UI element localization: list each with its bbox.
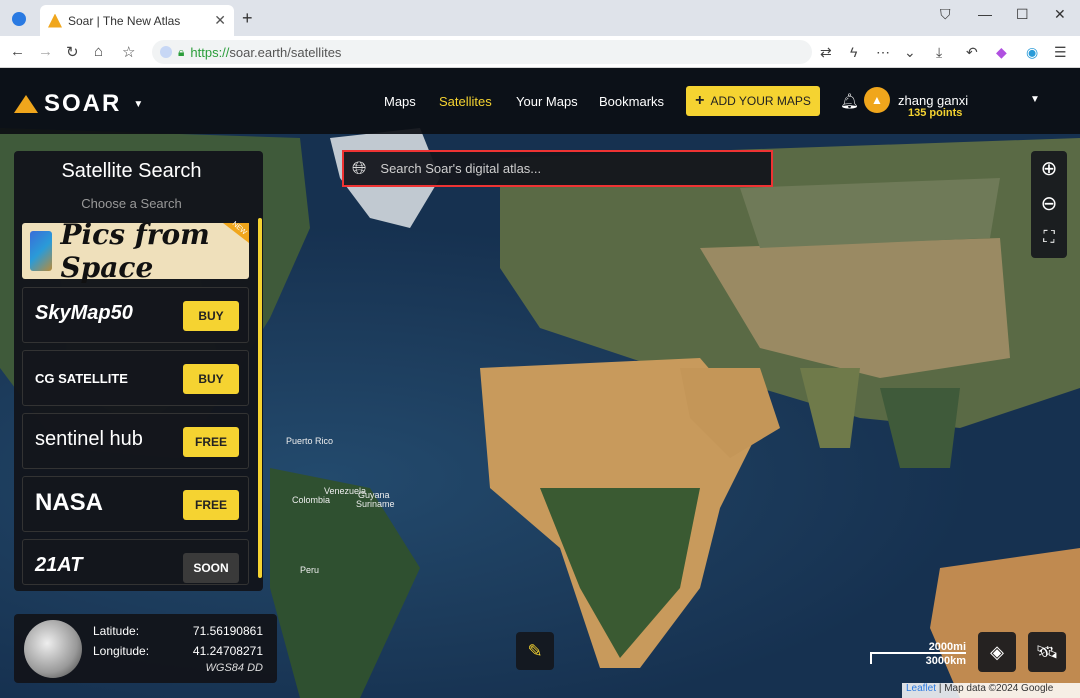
close-tab-icon[interactable]: ✕ bbox=[214, 12, 226, 29]
search-input[interactable] bbox=[378, 160, 739, 177]
menu-icon[interactable]: ☰ bbox=[1054, 44, 1067, 61]
forward-icon[interactable]: → bbox=[38, 43, 53, 60]
ai-icon[interactable]: ◆ bbox=[996, 44, 1007, 61]
draw-brush-icon[interactable]: ✎ bbox=[516, 632, 554, 670]
bookmark-star-icon[interactable]: ☆ bbox=[122, 43, 135, 61]
url-protocol: https:// bbox=[190, 44, 230, 60]
chevron-down-icon[interactable]: ▼ bbox=[133, 99, 145, 110]
site-info-icon[interactable] bbox=[160, 46, 172, 58]
map-label: Peru bbox=[300, 565, 320, 575]
bell-icon[interactable]: 🔔︎ bbox=[840, 92, 859, 110]
avatar[interactable]: ▲ bbox=[864, 87, 890, 113]
pics-from-space-card[interactable]: Pics from Space NEW bbox=[22, 218, 249, 284]
provider-card-cg-satellite[interactable]: CG SATELLITE BUY bbox=[22, 350, 249, 406]
globe-icon bbox=[24, 620, 82, 678]
download-icon[interactable]: ⤓ bbox=[936, 44, 942, 61]
add-your-maps-button[interactable]: + ADD YOUR MAPS bbox=[686, 86, 820, 116]
provider-card-nasa[interactable]: NASA FREE bbox=[22, 476, 249, 532]
featured-label: Pics from Space bbox=[60, 218, 210, 284]
undo-icon[interactable]: ↶ bbox=[966, 44, 978, 61]
user-menu-chevron-icon[interactable]: ▼ bbox=[1030, 94, 1040, 105]
free-button[interactable]: FREE bbox=[183, 427, 239, 457]
lock-icon: 🔒︎ bbox=[178, 44, 185, 59]
lightning-icon[interactable]: ϟ bbox=[850, 44, 857, 60]
tab-title: Soar | The New Atlas bbox=[68, 13, 181, 28]
url-field[interactable]: 🔒︎ https:// soar.earth/satellites bbox=[152, 40, 812, 64]
fullscreen-icon[interactable]: ⛶ bbox=[1031, 221, 1067, 255]
provider-card-21at[interactable]: 21AT SOON bbox=[22, 539, 249, 585]
buy-button[interactable]: BUY bbox=[183, 301, 239, 331]
attribution-text: | Map data ©2024 Google bbox=[938, 683, 1054, 694]
provider-card-sentinel-hub[interactable]: sentinel hub FREE bbox=[22, 413, 249, 469]
latitude-value: 71.56190861 bbox=[192, 624, 263, 638]
earth-emblem-icon bbox=[30, 231, 53, 271]
soar-logo[interactable]: SOAR ▼ bbox=[14, 90, 145, 118]
brand-name: SOAR bbox=[44, 90, 122, 117]
extension-icon[interactable]: ◉ bbox=[1026, 44, 1038, 61]
minimize-icon[interactable]: — bbox=[978, 6, 992, 22]
zoom-controls: ⊕ ⊖ ⛶ bbox=[1031, 151, 1067, 258]
soar-logo-icon bbox=[14, 95, 38, 113]
address-bar: ← → ↻ ⌂ ☆ 🔒︎ https:// soar.earth/satelli… bbox=[0, 36, 1080, 68]
provider-name: SkyMap50 bbox=[35, 302, 133, 324]
longitude-value: 41.24708271 bbox=[192, 644, 263, 658]
scale-km: 3000km bbox=[925, 655, 966, 667]
map-label: Suriname bbox=[356, 499, 395, 509]
close-window-icon[interactable]: ✕ bbox=[1054, 6, 1066, 23]
latitude-label: Latitude: bbox=[93, 624, 140, 638]
browser-tab[interactable]: Soar | The New Atlas ✕ bbox=[40, 5, 234, 36]
map-attribution: Leaflet | Map data ©2024 Google bbox=[902, 683, 1080, 698]
soar-favicon-icon bbox=[48, 13, 62, 28]
layers-icon[interactable]: ◈ bbox=[978, 632, 1016, 672]
provider-card-skymap50[interactable]: SkyMap50 BUY bbox=[22, 287, 249, 343]
buy-button[interactable]: BUY bbox=[183, 364, 239, 394]
more-dots-icon[interactable]: ⋯ bbox=[876, 44, 890, 61]
provider-name: sentinel hub bbox=[35, 428, 143, 450]
soon-button[interactable]: SOON bbox=[183, 553, 239, 583]
nav-maps[interactable]: Maps bbox=[384, 94, 416, 109]
soar-rank-icon: ▲ bbox=[871, 93, 883, 107]
search-bar[interactable]: 🌐︎ bbox=[342, 150, 773, 187]
browser-tab-bar: Soar | The New Atlas ✕ + ⛉ — ☐ ✕ bbox=[0, 0, 1080, 36]
nav-bookmarks[interactable]: Bookmarks bbox=[599, 94, 664, 109]
zoom-in-icon[interactable]: ⊕ bbox=[1031, 151, 1067, 185]
add-maps-label: ADD YOUR MAPS bbox=[710, 94, 811, 108]
scale-miles: 2000mi bbox=[928, 641, 966, 653]
browser-logo-icon[interactable] bbox=[12, 12, 26, 26]
translate-icon[interactable]: ⇄ bbox=[820, 44, 832, 61]
shirt-icon[interactable]: ⛉ bbox=[940, 6, 951, 23]
panel-scrollbar[interactable] bbox=[258, 218, 262, 578]
globe-search-icon: 🌐︎ bbox=[352, 158, 367, 178]
nav-satellites[interactable]: Satellites bbox=[439, 94, 492, 109]
panel-title: Satellite Search bbox=[61, 160, 202, 182]
nav-your-maps[interactable]: Your Maps bbox=[516, 94, 578, 109]
provider-name: CG SATELLITE bbox=[35, 371, 128, 386]
new-tab-icon[interactable]: + bbox=[242, 8, 253, 29]
free-button[interactable]: FREE bbox=[183, 490, 239, 520]
panel-subtitle: Choose a Search bbox=[81, 196, 182, 211]
reload-icon[interactable]: ↻ bbox=[66, 43, 79, 61]
back-icon[interactable]: ← bbox=[10, 43, 25, 60]
provider-name: 21AT bbox=[35, 554, 83, 576]
longitude-label: Longitude: bbox=[93, 644, 150, 658]
zoom-out-icon[interactable]: ⊖ bbox=[1031, 186, 1067, 220]
map-label: Colombia bbox=[292, 495, 331, 505]
coordinate-system: WGS84 DD bbox=[205, 662, 263, 674]
map-label: Puerto Rico bbox=[286, 436, 334, 446]
maximize-icon[interactable]: ☐ bbox=[1016, 6, 1029, 23]
url-text: soar.earth/satellites bbox=[229, 44, 342, 60]
satellite-icon[interactable]: 🛰︎ bbox=[1028, 632, 1066, 672]
provider-name: NASA bbox=[35, 489, 104, 516]
leaflet-link[interactable]: Leaflet bbox=[906, 683, 936, 694]
user-name[interactable]: zhang ganxi bbox=[898, 93, 968, 108]
user-points: 135 points bbox=[908, 107, 963, 119]
plus-icon: + bbox=[695, 92, 705, 109]
chevron-down-icon[interactable]: ⌄ bbox=[904, 44, 916, 61]
home-icon[interactable]: ⌂ bbox=[94, 43, 103, 60]
